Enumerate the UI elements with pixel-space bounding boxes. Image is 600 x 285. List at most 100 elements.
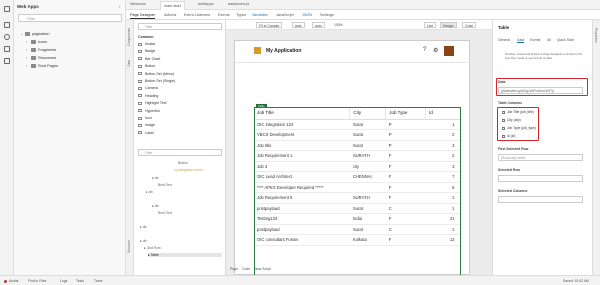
tab-code[interactable]: Code <box>242 267 250 271</box>
fit-to-canvas-select[interactable]: Fit to Canvas <box>256 22 282 28</box>
tab-javascript[interactable]: JavaScript <box>276 13 294 17</box>
help-icon[interactable]: ? <box>423 47 426 53</box>
column-city[interactable]: City (city) <box>502 118 521 122</box>
table-row[interactable]: **** APEX Developer Required ***** F 8 <box>254 182 461 193</box>
components-section-common[interactable]: Common <box>138 35 154 39</box>
tree-item-root-pages[interactable]: › Root Pages <box>26 64 58 68</box>
column-header[interactable]: City <box>349 107 387 120</box>
status-tests[interactable]: Tests <box>76 279 84 283</box>
table-row[interactable]: OIC consultant Fusion Kolkata F 13 <box>254 234 461 246</box>
tab-baseicons[interactable]: baseIcons.js <box>228 2 249 6</box>
status-find-in-files[interactable]: Find in Files <box>28 279 46 283</box>
component-item[interactable]: Avatar <box>138 42 155 46</box>
tab-javascript-bottom[interactable]: Java Script <box>254 267 271 271</box>
column-header[interactable]: Id <box>425 107 461 120</box>
column-header[interactable]: Job Title <box>254 107 351 120</box>
structure-node[interactable]: ▸ div <box>152 176 159 180</box>
components-icon[interactable] <box>4 46 10 52</box>
prop-tab-data[interactable]: Data <box>517 38 525 43</box>
width-input[interactable]: auto <box>292 22 305 28</box>
tab-main-start[interactable]: main-start <box>160 1 185 10</box>
table-row[interactable]: postpayload Surat C 1 <box>254 203 461 214</box>
component-item[interactable]: Button Set (Menu) <box>138 72 174 76</box>
data-rail-label[interactable]: Data <box>127 60 131 67</box>
status-trace[interactable]: Trace <box>94 279 103 283</box>
explorer-filter-input[interactable]: Filter <box>18 14 122 22</box>
tab-json[interactable]: JSON <box>302 13 312 17</box>
structure-filter-input[interactable]: Filter <box>138 149 222 156</box>
structure-node-bind-text-2[interactable]: Bind Text <box>158 211 172 215</box>
component-item[interactable]: Icon <box>138 116 152 120</box>
component-item[interactable]: Image <box>138 123 155 127</box>
structure-node[interactable]: ▸ div <box>140 225 147 229</box>
tab-events[interactable]: Events <box>218 13 230 17</box>
data-input[interactable]: {{$variables.getOrgJobPostList.sDP}} <box>498 87 583 94</box>
table-row[interactable]: Testing123 India F 21 <box>254 213 461 225</box>
add-icon[interactable]: + <box>119 4 121 9</box>
tab-welcome[interactable]: Welcome <box>130 2 146 6</box>
avatar[interactable] <box>444 46 454 56</box>
component-item[interactable]: Bar Chart <box>138 57 160 61</box>
tab-variables[interactable]: Variables <box>252 13 268 17</box>
table-row[interactable]: postpayload Surat C 1 <box>254 224 461 235</box>
structure-node[interactable]: ▸ Grid Row <box>144 246 161 250</box>
job-table[interactable]: Job Title City Job Type Id OIC integration … <box>254 107 461 246</box>
components-rail-label[interactable]: Components <box>127 28 131 46</box>
structure-rail-label[interactable]: Structure <box>127 240 131 253</box>
tab-page[interactable]: Page <box>230 267 238 271</box>
properties-rail-label[interactable]: Properties <box>594 28 598 43</box>
first-selected-row-input[interactable]: (Read-only table) <box>498 154 583 161</box>
structure-node-button[interactable]: Button <box>178 161 188 165</box>
zoom-select[interactable]: 100% <box>332 22 345 28</box>
tab-page-designer[interactable]: Page Designer <box>130 13 156 19</box>
component-item[interactable]: Label <box>138 131 154 135</box>
structure-node-table[interactable]: ▸ Table <box>148 253 222 257</box>
services-icon[interactable] <box>4 34 10 40</box>
tab-types[interactable]: Types <box>236 13 246 17</box>
status-audits[interactable]: Audits <box>4 279 18 283</box>
component-item[interactable]: Badge <box>138 49 155 53</box>
tab-webapps[interactable]: webApps <box>198 2 214 6</box>
height-input[interactable]: auto <box>312 22 325 28</box>
prop-tab-events[interactable]: Events <box>530 38 540 42</box>
selected-columns-input[interactable] <box>498 196 583 203</box>
component-item[interactable]: Hyperlink <box>138 109 160 113</box>
settings-icon[interactable]: ⚙ <box>433 47 438 54</box>
column-header[interactable]: Job Type <box>385 107 427 120</box>
tree-item-fragments[interactable]: › Fragments <box>26 48 56 52</box>
table-row[interactable]: OIC integration 123 Surat P 1 <box>254 119 461 130</box>
prop-tab-all[interactable]: All <box>547 38 551 42</box>
structure-node[interactable]: ▸ div <box>152 204 159 208</box>
prop-tab-quick-start[interactable]: Quick Start <box>557 38 574 42</box>
table-row[interactable]: VBCS Development Surat P 2 <box>254 129 461 141</box>
component-item[interactable]: Camera <box>138 86 158 90</box>
column-job-title[interactable]: Job Title (job_title) <box>502 110 534 114</box>
component-item[interactable]: Heading <box>138 94 158 98</box>
table-row[interactable]: Job Requirement 5 SURATH F 1 <box>254 192 461 204</box>
structure-node[interactable]: ▸ div <box>146 190 153 194</box>
table-row[interactable]: Job title Surat P 3 <box>254 140 461 151</box>
structure-node-bind-text-1[interactable]: Bind Text <box>158 183 172 187</box>
search-icon[interactable] <box>4 58 10 64</box>
table-row[interactable]: Job 3 city F 3 <box>254 161 461 172</box>
structure-node-navmenu[interactable]: oj-navigation-menu <box>174 168 203 172</box>
live-button[interactable]: Live <box>424 22 437 28</box>
git-icon[interactable] <box>4 22 10 28</box>
tree-item-icons[interactable]: › Icons <box>26 40 47 44</box>
tab-settings[interactable]: Settings <box>320 13 334 17</box>
tree-item-resources[interactable]: › Resources <box>26 56 56 60</box>
table-row[interactable]: Job Requirement 1 SURATH F 2 <box>254 150 461 162</box>
component-item[interactable]: Highlight Text <box>138 101 167 105</box>
status-logs[interactable]: Logs <box>60 279 67 283</box>
code-button[interactable]: Code <box>462 22 477 28</box>
component-item[interactable]: Button Set (Single) <box>138 79 175 83</box>
tab-actions[interactable]: Actions <box>164 13 176 17</box>
column-id[interactable]: Id (id) <box>502 134 515 138</box>
component-item[interactable]: Button <box>138 64 155 68</box>
tab-event-listeners[interactable]: Event Listeners <box>184 13 210 17</box>
prop-tab-general[interactable]: General <box>498 38 510 42</box>
structure-node[interactable]: ▸ div <box>140 239 147 243</box>
column-job-type[interactable]: Job Type (job_type) <box>502 126 536 130</box>
selected-row-input[interactable] <box>498 175 583 182</box>
components-filter-input[interactable]: Filter <box>138 23 222 30</box>
